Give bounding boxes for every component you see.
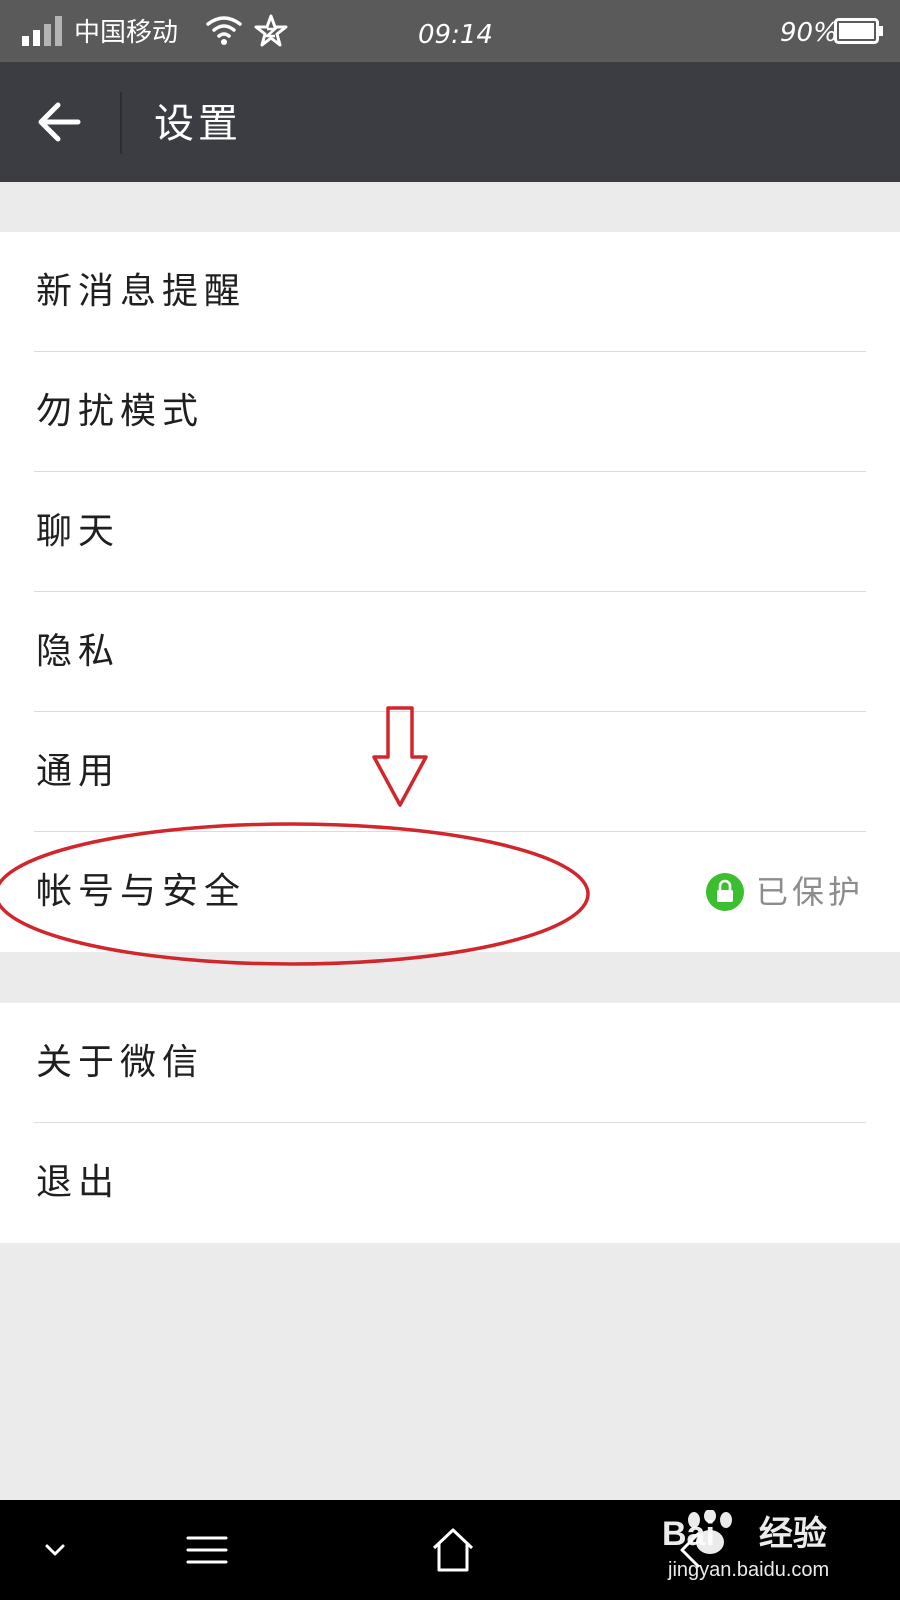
settings-item-do-not-disturb[interactable]: 勿扰模式 (0, 352, 900, 472)
chevron-down-icon[interactable] (40, 1500, 70, 1600)
signal-icon (22, 14, 64, 46)
battery-percent: 90% (780, 18, 838, 48)
page-title: 设置 (154, 101, 242, 147)
watermark-url: jingyan.baidu.com (668, 1559, 830, 1581)
watermark-brand: Bai 经验 (662, 1515, 827, 1553)
annotation-down-arrow (372, 706, 428, 807)
home-icon[interactable] (428, 1500, 478, 1600)
settings-item-label: 勿扰模式 (36, 391, 205, 432)
settings-item-new-message-alert[interactable]: 新消息提醒 (0, 232, 900, 352)
settings-item-logout[interactable]: 退出 (0, 1123, 900, 1243)
title-divider (120, 92, 122, 154)
settings-group-secondary: 关于微信 退出 (0, 1003, 900, 1243)
settings-item-chat[interactable]: 聊天 (0, 472, 900, 592)
settings-item-general[interactable]: 通用 (0, 712, 900, 832)
settings-item-label: 通用 (36, 751, 121, 792)
protected-status-text: 已保护 (755, 873, 864, 911)
star-icon (254, 14, 288, 47)
settings-item-label: 新消息提醒 (36, 271, 247, 312)
wifi-icon (206, 16, 242, 45)
baidu-jingyan-watermark: Bai 经验 jingyan.baidu.com (622, 1506, 872, 1596)
settings-item-label: 隐私 (36, 631, 121, 672)
lock-icon (705, 873, 744, 911)
settings-item-privacy[interactable]: 隐私 (0, 592, 900, 712)
settings-item-label: 聊天 (36, 511, 121, 552)
settings-item-label: 关于微信 (36, 1042, 205, 1083)
status-bar: 中国移动 09:14 90% (0, 0, 900, 62)
title-bar: 设置 (0, 62, 900, 182)
annotation-ellipse (0, 822, 590, 966)
account-protection-status: 已保护 (705, 872, 864, 912)
settings-item-label: 退出 (36, 1162, 121, 1203)
menu-icon[interactable] (182, 1500, 232, 1600)
arrow-left-icon[interactable] (30, 92, 90, 152)
settings-item-about-wechat[interactable]: 关于微信 (0, 1003, 900, 1123)
carrier-name: 中国移动 (74, 18, 179, 48)
battery-icon (834, 18, 883, 44)
clock-time: 09:14 (418, 20, 493, 50)
